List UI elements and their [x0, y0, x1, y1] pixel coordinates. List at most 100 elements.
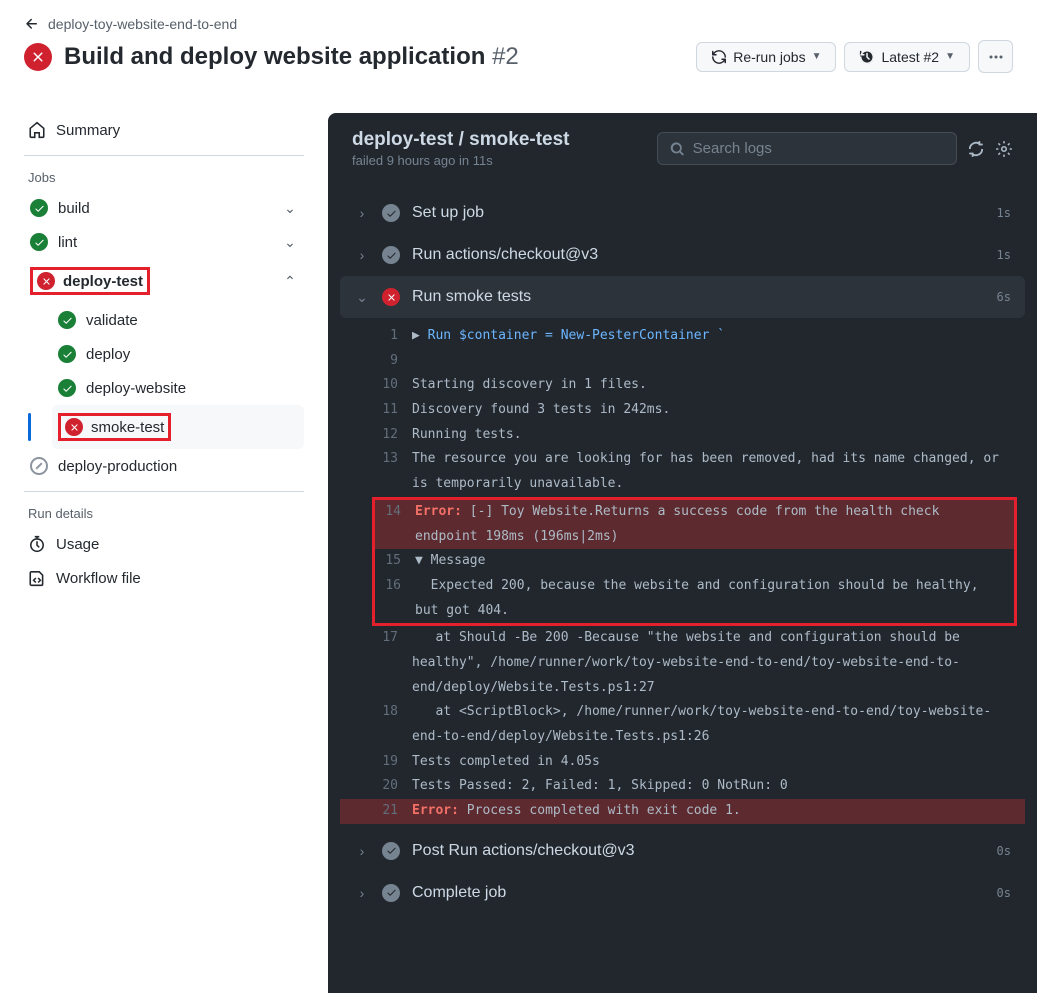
job-label: lint	[58, 234, 77, 251]
rerun-jobs-button[interactable]: Re-run jobs ▼	[696, 42, 836, 72]
log-line: 13The resource you are looking for has b…	[340, 447, 1025, 496]
log-line: 21Error: Process completed with exit cod…	[340, 799, 1025, 824]
job-label: deploy-test	[63, 273, 143, 290]
step-name: Complete job	[412, 884, 506, 902]
check-icon	[58, 345, 76, 363]
line-text: Tests completed in 4.05s	[412, 750, 1011, 775]
chevron-down-icon[interactable]: ⌄	[282, 200, 298, 217]
step-row[interactable]: ›Set up job1s	[340, 192, 1025, 234]
caret-down-icon: ▼	[945, 51, 955, 62]
log-line: 10Starting discovery in 1 files.	[340, 373, 1025, 398]
job-row-validate[interactable]: validate	[52, 303, 304, 337]
line-text: Error: [-] Toy Website.Returns a success…	[415, 500, 1000, 549]
step-duration: 0s	[997, 886, 1011, 900]
line-text: at <ScriptBlock>, /home/runner/work/toy-…	[412, 700, 1011, 749]
sync-icon	[711, 49, 727, 65]
log-line: 20Tests Passed: 2, Failed: 1, Skipped: 0…	[340, 774, 1025, 799]
line-number: 19	[380, 750, 412, 775]
chevron-icon: ⌄	[354, 289, 370, 306]
rerun-jobs-label: Re-run jobs	[733, 49, 805, 65]
search-logs-box[interactable]	[657, 132, 957, 165]
log-line: 1▶ Run $container = New-PesterContainer …	[340, 324, 1025, 349]
check-icon	[30, 233, 48, 251]
refresh-icon[interactable]	[967, 140, 985, 158]
line-number: 15	[383, 549, 415, 574]
gear-icon[interactable]	[995, 140, 1013, 158]
job-row-build[interactable]: build⌄	[24, 191, 304, 225]
page-header: deploy-toy-website-end-to-end Build and …	[0, 0, 1037, 81]
status-fail-icon	[24, 43, 52, 71]
search-logs-input[interactable]	[693, 140, 944, 157]
usage-label: Usage	[56, 536, 99, 553]
step-row[interactable]: ⌄Run smoke tests6s	[340, 276, 1025, 318]
breadcrumb[interactable]: deploy-toy-website-end-to-end	[48, 16, 237, 32]
title-row: Build and deploy website application #2 …	[24, 40, 1013, 73]
job-row-deploy-website[interactable]: deploy-website	[52, 371, 304, 405]
latest-run-button[interactable]: Latest #2 ▼	[844, 42, 970, 72]
summary-link[interactable]: Summary	[24, 113, 304, 147]
run-details-label: Run details	[24, 500, 304, 527]
step-duration: 1s	[997, 206, 1011, 220]
summary-label: Summary	[56, 122, 120, 139]
job-row-smoke-test[interactable]: smoke-test	[52, 405, 304, 449]
check-icon	[382, 204, 400, 222]
step-duration: 1s	[997, 248, 1011, 262]
header-actions: Re-run jobs ▼ Latest #2 ▼	[696, 40, 1013, 73]
check-icon	[58, 311, 76, 329]
workflow-file-label: Workflow file	[56, 570, 141, 587]
log-line: 17 at Should -Be 200 -Because "the websi…	[340, 626, 1025, 700]
chevron-icon: ›	[354, 247, 370, 263]
stopwatch-icon	[28, 535, 46, 553]
chevron-up-icon[interactable]: ⌃	[282, 273, 298, 290]
line-number: 12	[380, 423, 412, 448]
job-row-deploy-production[interactable]: deploy-production	[24, 449, 304, 483]
line-number: 14	[383, 500, 415, 525]
step-duration: 6s	[997, 290, 1011, 304]
log-line: 14Error: [-] Toy Website.Returns a succe…	[375, 500, 1014, 549]
line-number: 9	[380, 349, 412, 374]
job-label: deploy	[86, 346, 130, 363]
line-text: ▼ Message	[415, 549, 1000, 574]
line-text: Tests Passed: 2, Failed: 1, Skipped: 0 N…	[412, 774, 1011, 799]
caret-down-icon: ▼	[812, 51, 822, 62]
line-number: 20	[380, 774, 412, 799]
chevron-icon: ›	[354, 843, 370, 859]
sidebar: Summary Jobs build⌄lint⌄deploy-test⌃vali…	[24, 113, 304, 993]
log-panel: deploy-test / smoke-test failed 9 hours …	[328, 113, 1037, 993]
line-number: 17	[380, 626, 412, 651]
chevron-icon: ›	[354, 885, 370, 901]
job-label: validate	[86, 312, 138, 329]
workflow-file-link[interactable]: Workflow file	[24, 561, 304, 595]
line-number: 13	[380, 447, 412, 472]
chevron-down-icon[interactable]: ⌄	[282, 234, 298, 251]
x-icon	[37, 272, 55, 290]
step-row[interactable]: › Run actions/checkout@v3 1s	[340, 234, 1025, 276]
line-number: 1	[380, 324, 412, 349]
job-row-lint[interactable]: lint ⌄	[24, 225, 304, 259]
history-icon	[859, 49, 875, 65]
step-name: Post Run actions/checkout@v3	[412, 842, 635, 860]
title-left: Build and deploy website application #2	[24, 42, 519, 72]
kebab-menu-button[interactable]	[978, 40, 1013, 73]
job-row-deploy[interactable]: deploy	[52, 337, 304, 371]
search-icon	[670, 141, 685, 157]
check-icon	[382, 246, 400, 264]
log-job-title: deploy-test / smoke-test	[352, 129, 570, 151]
latest-run-label: Latest #2	[881, 49, 939, 65]
job-label: deploy-website	[86, 380, 186, 397]
step-name: Run actions/checkout@v3	[412, 246, 598, 264]
line-text: Error: Process completed with exit code …	[412, 799, 1011, 824]
workflow-file-icon	[28, 569, 46, 587]
line-number: 18	[380, 700, 412, 725]
usage-link[interactable]: Usage	[24, 527, 304, 561]
line-number: 11	[380, 398, 412, 423]
back-arrow-icon[interactable]	[24, 16, 40, 32]
log-job-subtitle: failed 9 hours ago in 11s	[352, 153, 570, 168]
check-icon	[382, 884, 400, 902]
step-row[interactable]: ›Post Run actions/checkout@v30s	[340, 830, 1025, 872]
step-row[interactable]: › Complete job 0s	[340, 872, 1025, 914]
check-icon	[382, 842, 400, 860]
log-line: 9	[340, 349, 1025, 374]
job-row-deploy-test[interactable]: deploy-test ⌃	[24, 259, 304, 303]
chevron-icon: ›	[354, 205, 370, 221]
